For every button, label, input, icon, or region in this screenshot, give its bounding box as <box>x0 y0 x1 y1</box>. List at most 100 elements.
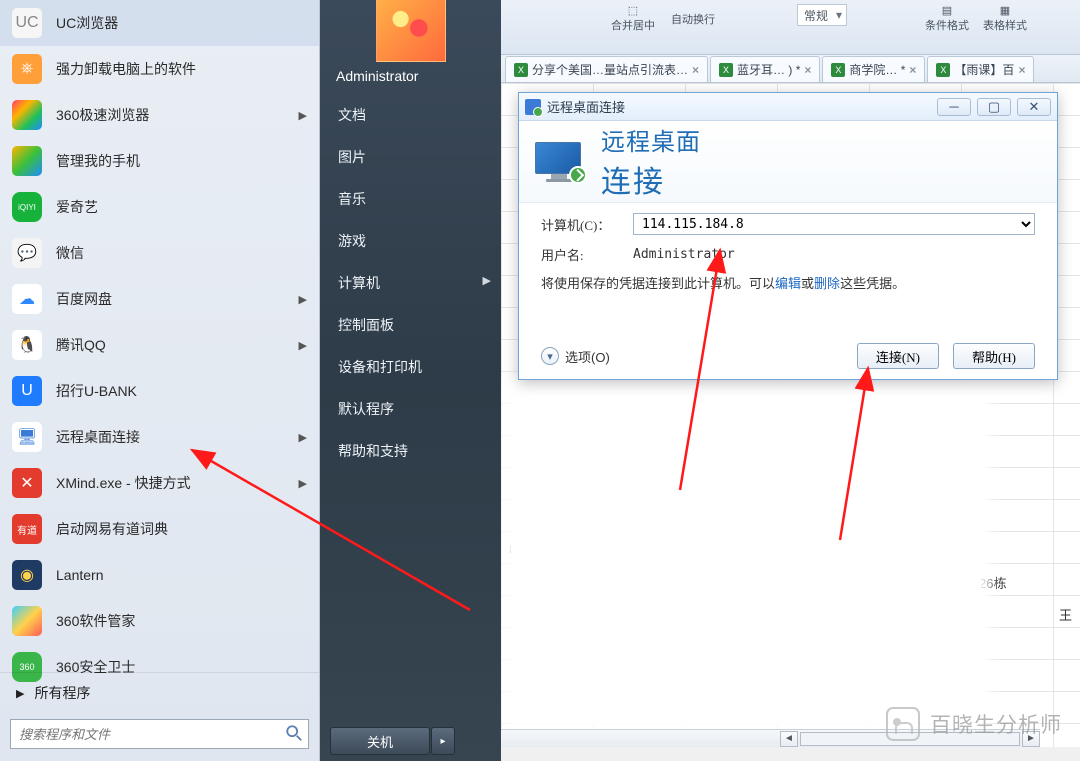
program-item-13[interactable]: 360软件管家 <box>0 598 319 644</box>
program-icon <box>12 100 42 130</box>
document-tab-2[interactable]: 商学院… * × <box>822 56 925 82</box>
tab-label: 【雨课】百 <box>954 61 1014 78</box>
chevron-down-icon: ▾ <box>541 347 559 365</box>
program-item-12[interactable]: ◉Lantern <box>0 552 319 598</box>
program-icon: ⎈ <box>12 54 42 84</box>
program-item-7[interactable]: 🐧腾讯QQ▶ <box>0 322 319 368</box>
scroll-left-button[interactable]: ◄ <box>780 731 798 747</box>
program-item-11[interactable]: 有道启动网易有道词典 <box>0 506 319 552</box>
start-right-item-0[interactable]: 文档 <box>320 94 501 136</box>
program-item-1[interactable]: ⎈ 强力卸载电脑上的软件 <box>0 46 319 92</box>
username-value: Administrator <box>633 247 735 262</box>
watermark-text: 百晓生分析师 <box>930 709 1062 739</box>
program-icon: ☁ <box>12 284 42 314</box>
start-right-item-7[interactable]: 默认程序 <box>320 388 501 430</box>
program-item-2[interactable]: 360极速浏览器 ▶ <box>0 92 319 138</box>
search-icon <box>285 724 303 742</box>
all-programs-button[interactable]: ▶ 所有程序 <box>0 672 319 713</box>
program-item-3[interactable]: 管理我的手机 <box>0 138 319 184</box>
tab-close-icon[interactable]: × <box>804 63 811 77</box>
triangle-right-icon: ▶ <box>16 687 24 700</box>
connect-button[interactable]: 连接(N) <box>857 343 939 369</box>
program-label: 微信 <box>56 243 84 263</box>
submenu-arrow-icon: ▶ <box>483 274 491 287</box>
submenu-arrow-icon: ▶ <box>299 109 307 122</box>
excel-file-icon <box>831 63 845 77</box>
program-icon: 🖥 <box>12 422 42 452</box>
tab-close-icon[interactable]: × <box>909 63 916 77</box>
conditional-format-button[interactable]: ▤条件格式 <box>925 4 969 33</box>
document-tabs: 分享个美国…量站点引流表… × 蓝牙耳… ) * × 商学院… * × 【雨课】百 × <box>501 55 1080 83</box>
start-right-item-6[interactable]: 设备和打印机 <box>320 346 501 388</box>
submenu-arrow-icon: ▶ <box>299 477 307 490</box>
document-tab-0[interactable]: 分享个美国…量站点引流表… × <box>505 56 708 82</box>
document-tab-3[interactable]: 【雨课】百 × <box>927 56 1034 82</box>
credentials-note: 将使用保存的凭据连接到此计算机。可以编辑或删除这些凭据。 <box>541 274 1035 295</box>
program-icon: iQIYI <box>12 192 42 222</box>
excel-file-icon <box>936 63 950 77</box>
shutdown-options-button[interactable]: ▸ <box>431 727 455 755</box>
number-format-combo[interactable]: 常规 <box>797 4 847 26</box>
delete-credentials-link[interactable]: 删除 <box>814 276 840 291</box>
shutdown-label: 关机 <box>367 732 393 751</box>
program-item-0[interactable]: UC UC浏览器 <box>0 0 319 46</box>
banner-line1: 远程桌面 <box>601 122 701 157</box>
maximize-button[interactable]: ▢ <box>977 98 1011 116</box>
start-right-item-8[interactable]: 帮助和支持 <box>320 430 501 472</box>
start-right-item-2[interactable]: 音乐 <box>320 178 501 220</box>
tab-close-icon[interactable]: × <box>1018 63 1025 77</box>
user-avatar[interactable] <box>376 0 446 62</box>
document-tab-1[interactable]: 蓝牙耳… ) * × <box>710 56 820 82</box>
minimize-button[interactable]: ─ <box>937 98 971 116</box>
start-menu-left-pane: UC UC浏览器 ⎈ 强力卸载电脑上的软件 360极速浏览器 ▶ 管理我的手机iQIYI爱奇… <box>0 0 320 761</box>
table-style-button[interactable]: ▦表格样式 <box>983 4 1027 33</box>
submenu-arrow-icon: ▶ <box>299 339 307 352</box>
start-right-item-5[interactable]: 控制面板 <box>320 304 501 346</box>
program-icon: ✕ <box>12 468 42 498</box>
shutdown-button[interactable]: 关机 ▸ <box>330 727 430 755</box>
program-label: 360极速浏览器 <box>56 105 149 125</box>
tab-label: 分享个美国…量站点引流表… <box>532 61 688 78</box>
start-right-item-3[interactable]: 游戏 <box>320 220 501 262</box>
wechat-icon <box>886 707 920 741</box>
program-icon: ◉ <box>12 560 42 590</box>
program-label: 360软件管家 <box>56 611 135 631</box>
help-button[interactable]: 帮助(H) <box>953 343 1035 369</box>
program-item-8[interactable]: U招行U-BANK <box>0 368 319 414</box>
program-item-5[interactable]: 💬微信 <box>0 230 319 276</box>
tab-label: 商学院… * <box>849 61 905 78</box>
all-programs-label: 所有程序 <box>34 683 90 703</box>
submenu-arrow-icon: ▶ <box>299 293 307 306</box>
monitor-icon <box>535 142 583 182</box>
search-input[interactable] <box>10 719 309 749</box>
program-icon: UC <box>12 8 42 38</box>
program-label: 强力卸载电脑上的软件 <box>56 59 196 79</box>
program-item-9[interactable]: 🖥远程桌面连接▶ <box>0 414 319 460</box>
tab-close-icon[interactable]: × <box>692 63 699 77</box>
program-item-10[interactable]: ✕XMind.exe - 快捷方式▶ <box>0 460 319 506</box>
excel-file-icon <box>514 63 528 77</box>
options-label: 选项(O) <box>565 347 610 366</box>
program-icon: 有道 <box>12 514 42 544</box>
program-item-4[interactable]: iQIYI爱奇艺 <box>0 184 319 230</box>
remote-desktop-dialog: 远程桌面连接 ─ ▢ ✕ 远程桌面 连接 计算机(C)： 114.115.184… <box>518 92 1058 380</box>
start-right-item-4[interactable]: 计算机▶ <box>320 262 501 304</box>
banner-line2: 连接 <box>601 157 701 201</box>
start-right-item-1[interactable]: 图片 <box>320 136 501 178</box>
close-button[interactable]: ✕ <box>1017 98 1051 116</box>
computer-combo[interactable]: 114.115.184.8 <box>633 213 1035 235</box>
program-label: 腾讯QQ <box>56 335 106 355</box>
dialog-title: 远程桌面连接 <box>547 97 625 116</box>
merge-center-button[interactable]: ⬚合并居中 <box>611 4 655 33</box>
dialog-titlebar[interactable]: 远程桌面连接 ─ ▢ ✕ <box>519 93 1057 121</box>
username-label-field: 用户名: <box>541 245 633 264</box>
cell-text: 26栋 <box>979 573 1006 592</box>
program-label: UC浏览器 <box>56 13 118 33</box>
options-toggle[interactable]: ▾ 选项(O) <box>541 347 610 366</box>
program-icon <box>12 606 42 636</box>
wrap-text-button[interactable]: 自动换行 <box>671 11 715 27</box>
edit-credentials-link[interactable]: 编辑 <box>775 276 801 291</box>
program-item-6[interactable]: ☁百度网盘▶ <box>0 276 319 322</box>
tab-label: 蓝牙耳… ) * <box>737 61 800 78</box>
rdp-icon <box>525 99 541 115</box>
